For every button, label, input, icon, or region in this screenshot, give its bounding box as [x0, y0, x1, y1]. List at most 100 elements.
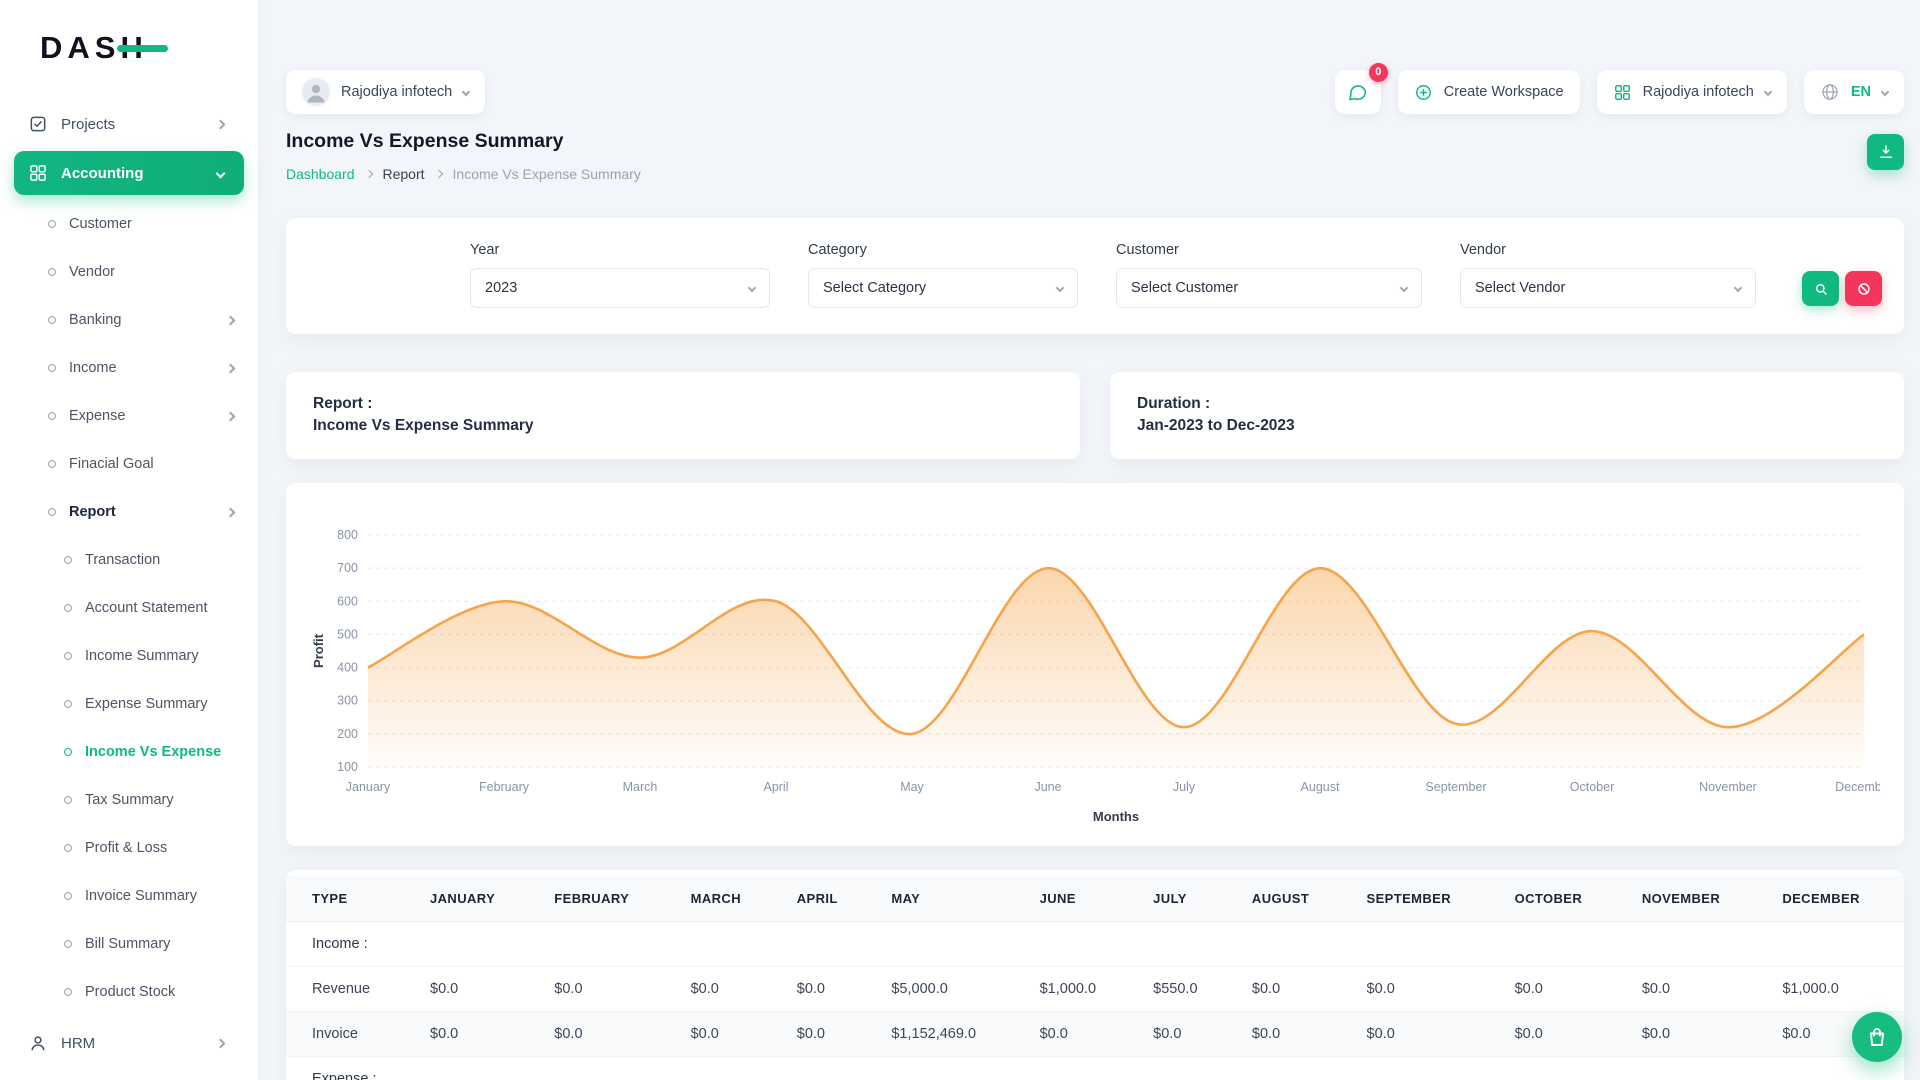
company-selector[interactable]: Rajodiya infotech — [1597, 70, 1787, 114]
section-label: Expense : — [286, 1056, 1904, 1080]
sidebar-item-label: Income — [69, 360, 117, 376]
table-row-revenue: Revenue$0.0$0.0$0.0$0.0$5,000.0$1,000.0$… — [286, 966, 1904, 1011]
breadcrumb-item-dashboard[interactable]: Dashboard — [286, 166, 355, 182]
sidebar-item-income-summary[interactable]: Income Summary — [0, 632, 258, 680]
svg-text:800: 800 — [337, 529, 358, 542]
table-row-invoice: Invoice$0.0$0.0$0.0$0.0$1,152,469.0$0.0$… — [286, 1011, 1904, 1056]
breadcrumb-item-report[interactable]: Report — [383, 166, 425, 182]
category-select[interactable]: Select Category — [808, 268, 1078, 308]
sidebar-item-label: Income Vs Expense — [85, 744, 221, 760]
sidebar-item-banking[interactable]: Banking — [0, 296, 258, 344]
title-row: Income Vs Expense Summary DashboardRepor… — [286, 130, 1904, 182]
table-header: TYPEJANUARYFEBRUARYMARCHAPRILMAYJUNEJULY… — [286, 876, 1904, 922]
sidebar-item-report[interactable]: Report — [0, 488, 258, 536]
cell-value: $1,000.0 — [1022, 966, 1136, 1011]
grid-icon — [1613, 83, 1632, 102]
sidebar-item-bill-summary[interactable]: Bill Summary — [0, 920, 258, 968]
chevron-right-icon — [364, 170, 372, 178]
sidebar-item-label: Invoice Summary — [85, 888, 197, 904]
svg-text:December: December — [1835, 780, 1880, 794]
cell-value: $0.0 — [1497, 966, 1624, 1011]
chevron-right-icon — [226, 411, 236, 421]
sidebar-item-tax-summary[interactable]: Tax Summary — [0, 776, 258, 824]
chevron-down-icon — [1400, 284, 1408, 292]
reset-filter-button[interactable] — [1845, 271, 1882, 306]
sidebar-item-label: Customer — [69, 216, 132, 232]
svg-text:April: April — [763, 780, 788, 794]
workspace-selector[interactable]: Rajodiya infotech — [286, 70, 485, 114]
sidebar-item-profit-loss[interactable]: Profit & Loss — [0, 824, 258, 872]
sidebar-item-transaction[interactable]: Transaction — [0, 536, 258, 584]
download-button[interactable] — [1867, 134, 1904, 170]
svg-text:200: 200 — [337, 727, 358, 741]
chevron-down-icon — [1764, 88, 1772, 96]
sidebar-item-expense-summary[interactable]: Expense Summary — [0, 680, 258, 728]
svg-text:Profit: Profit — [311, 633, 326, 668]
apply-filter-button[interactable] — [1802, 271, 1839, 306]
language-code: EN — [1851, 84, 1871, 100]
cell-value: $1,000.0 — [1764, 966, 1904, 1011]
summary-cards: Report : Income Vs Expense Summary Durat… — [286, 372, 1904, 459]
chevron-right-icon — [434, 170, 442, 178]
company-name: Rajodiya infotech — [1643, 84, 1754, 100]
customer-value: Select Customer — [1131, 280, 1238, 296]
chart-card: 100200300400500600700800JanuaryFebruaryM… — [286, 483, 1904, 846]
messages-button[interactable]: 0 — [1335, 70, 1381, 114]
sidebar-item-vendor[interactable]: Vendor — [0, 248, 258, 296]
chevron-right-icon — [216, 119, 226, 129]
main-content: Rajodiya infotech 0 Create Workspace — [258, 70, 1920, 1080]
chevron-down-icon — [1056, 284, 1064, 292]
download-icon — [1877, 143, 1895, 161]
sidebar: DASH Projects Accounting Customer VendorBan… — [0, 0, 258, 1080]
sidebar-item-projects[interactable]: Projects — [14, 102, 244, 146]
svg-text:August: August — [1301, 780, 1340, 794]
svg-text:June: June — [1034, 780, 1061, 794]
vendor-filter: Vendor Select Vendor — [1460, 242, 1756, 308]
chat-bubble-icon — [1347, 82, 1368, 103]
sidebar-item-label: Bill Summary — [85, 936, 170, 952]
sidebar-item-accounting[interactable]: Accounting — [14, 151, 244, 195]
report-value: Income Vs Expense Summary — [313, 415, 1053, 437]
breadcrumb: DashboardReportIncome Vs Expense Summary — [286, 166, 641, 182]
svg-text:Months: Months — [1093, 809, 1139, 824]
column-header-august: AUGUST — [1234, 876, 1349, 922]
floating-cart-button[interactable] — [1852, 1012, 1902, 1062]
sidebar-item-finacial-goal[interactable]: Finacial Goal — [0, 440, 258, 488]
app-logo[interactable]: DASH — [0, 30, 258, 66]
profit-area-chart: 100200300400500600700800JanuaryFebruaryM… — [310, 529, 1880, 829]
sidebar-item-label: Transaction — [85, 552, 160, 568]
svg-text:700: 700 — [337, 561, 358, 575]
income-expense-chart: 100200300400500600700800JanuaryFebruaryM… — [310, 529, 1880, 834]
customer-select[interactable]: Select Customer — [1116, 268, 1422, 308]
topbar: Rajodiya infotech 0 Create Workspace — [286, 70, 1904, 114]
duration-label: Duration : — [1137, 393, 1877, 415]
sidebar-item-invoice-summary[interactable]: Invoice Summary — [0, 872, 258, 920]
duration-value: Jan-2023 to Dec-2023 — [1137, 415, 1877, 437]
sidebar-item-product-stock[interactable]: Product Stock — [0, 968, 258, 1016]
create-workspace-button[interactable]: Create Workspace — [1398, 70, 1580, 114]
cell-value: $0.0 — [779, 1011, 874, 1056]
bullet-icon — [64, 844, 72, 852]
vendor-select[interactable]: Select Vendor — [1460, 268, 1756, 308]
sidebar-item-hrm[interactable]: HRM — [14, 1021, 244, 1065]
topbar-actions: 0 Create Workspace Rajodiya infotech — [1335, 70, 1904, 114]
language-selector[interactable]: EN — [1804, 70, 1904, 114]
sidebar-item-label: Income Summary — [85, 648, 199, 664]
year-label: Year — [470, 242, 770, 258]
column-header-july: JULY — [1135, 876, 1234, 922]
sidebar-item-account-statement[interactable]: Account Statement — [0, 584, 258, 632]
sidebar-item-income-vs-expense[interactable]: Income Vs Expense — [0, 728, 258, 776]
sidebar-item-expense[interactable]: Expense — [0, 392, 258, 440]
create-workspace-label: Create Workspace — [1444, 84, 1564, 100]
sidebar-item-label: Accounting — [61, 165, 144, 182]
year-select[interactable]: 2023 — [470, 268, 770, 308]
sidebar-item-label: Finacial Goal — [69, 456, 154, 472]
sidebar-nav: Projects Accounting Customer VendorBanking I… — [0, 102, 258, 1065]
year-filter: Year 2023 — [470, 242, 770, 308]
chevron-right-icon — [226, 363, 236, 373]
year-value: 2023 — [485, 280, 517, 296]
sidebar-item-income[interactable]: Income — [0, 344, 258, 392]
sidebar-item-customer[interactable]: Customer — [0, 200, 258, 248]
sidebar-item-label: Projects — [61, 116, 115, 133]
column-header-october: OCTOBER — [1497, 876, 1624, 922]
